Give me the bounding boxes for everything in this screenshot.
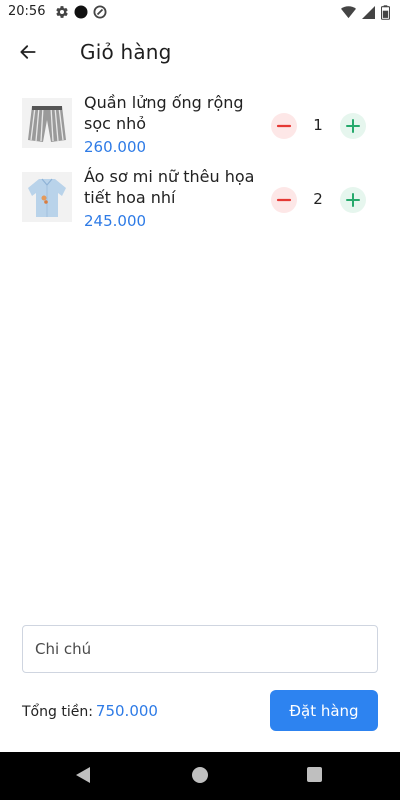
total-row: Tổng tiền: 750.000 bbox=[22, 702, 158, 720]
status-bar: 20:56 bbox=[0, 0, 400, 24]
wifi-icon bbox=[341, 5, 356, 18]
product-image[interactable] bbox=[22, 172, 72, 222]
quantity-value: 1 bbox=[313, 116, 323, 134]
cart-item: Quần lửng ống rộng sọc nhỏ 260.000 1 bbox=[0, 88, 400, 162]
nav-back-icon[interactable] bbox=[75, 766, 91, 784]
cart-item: Áo sơ mi nữ thêu họa tiết hoa nhí 245.00… bbox=[0, 162, 400, 236]
nav-home-icon[interactable] bbox=[192, 767, 208, 783]
product-price: 245.000 bbox=[84, 212, 147, 230]
status-left-icons bbox=[55, 4, 107, 20]
minus-icon bbox=[276, 124, 292, 128]
decrease-quantity-button[interactable] bbox=[271, 113, 297, 139]
embroidered-shirt-image bbox=[22, 172, 72, 222]
total-value: 750.000 bbox=[95, 702, 158, 720]
back-button[interactable] bbox=[14, 38, 42, 66]
nav-recents-icon[interactable] bbox=[307, 767, 322, 782]
place-order-button[interactable]: Đặt hàng bbox=[270, 690, 378, 731]
sync-icon bbox=[93, 5, 107, 19]
product-image[interactable] bbox=[22, 98, 72, 148]
plus-icon bbox=[346, 193, 360, 207]
striped-shorts-image bbox=[22, 98, 72, 148]
total-label: Tổng tiền: bbox=[22, 704, 93, 720]
page-title: Giỏ hàng bbox=[80, 40, 172, 64]
status-right-icons bbox=[341, 4, 390, 20]
product-price: 260.000 bbox=[84, 138, 147, 156]
quantity-value: 2 bbox=[313, 190, 323, 208]
decrease-quantity-button[interactable] bbox=[271, 187, 297, 213]
plus-icon bbox=[346, 119, 360, 133]
status-time: 20:56 bbox=[8, 4, 46, 19]
product-name: Áo sơ mi nữ thêu họa tiết hoa nhí bbox=[84, 167, 255, 207]
cart-list: Quần lửng ống rộng sọc nhỏ 260.000 1 Áo … bbox=[0, 88, 400, 236]
product-name: Quần lửng ống rộng sọc nhỏ bbox=[84, 93, 244, 133]
gear-icon bbox=[56, 6, 68, 18]
battery-icon bbox=[381, 4, 390, 20]
app-bar: Giỏ hàng bbox=[0, 24, 400, 80]
signal-icon bbox=[362, 5, 375, 19]
increase-quantity-button[interactable] bbox=[340, 187, 366, 213]
increase-quantity-button[interactable] bbox=[340, 113, 366, 139]
note-input[interactable] bbox=[22, 625, 378, 673]
navigation-bar bbox=[0, 752, 400, 800]
dot-icon bbox=[74, 5, 88, 19]
minus-icon bbox=[276, 198, 292, 202]
arrow-left-icon bbox=[20, 45, 36, 59]
